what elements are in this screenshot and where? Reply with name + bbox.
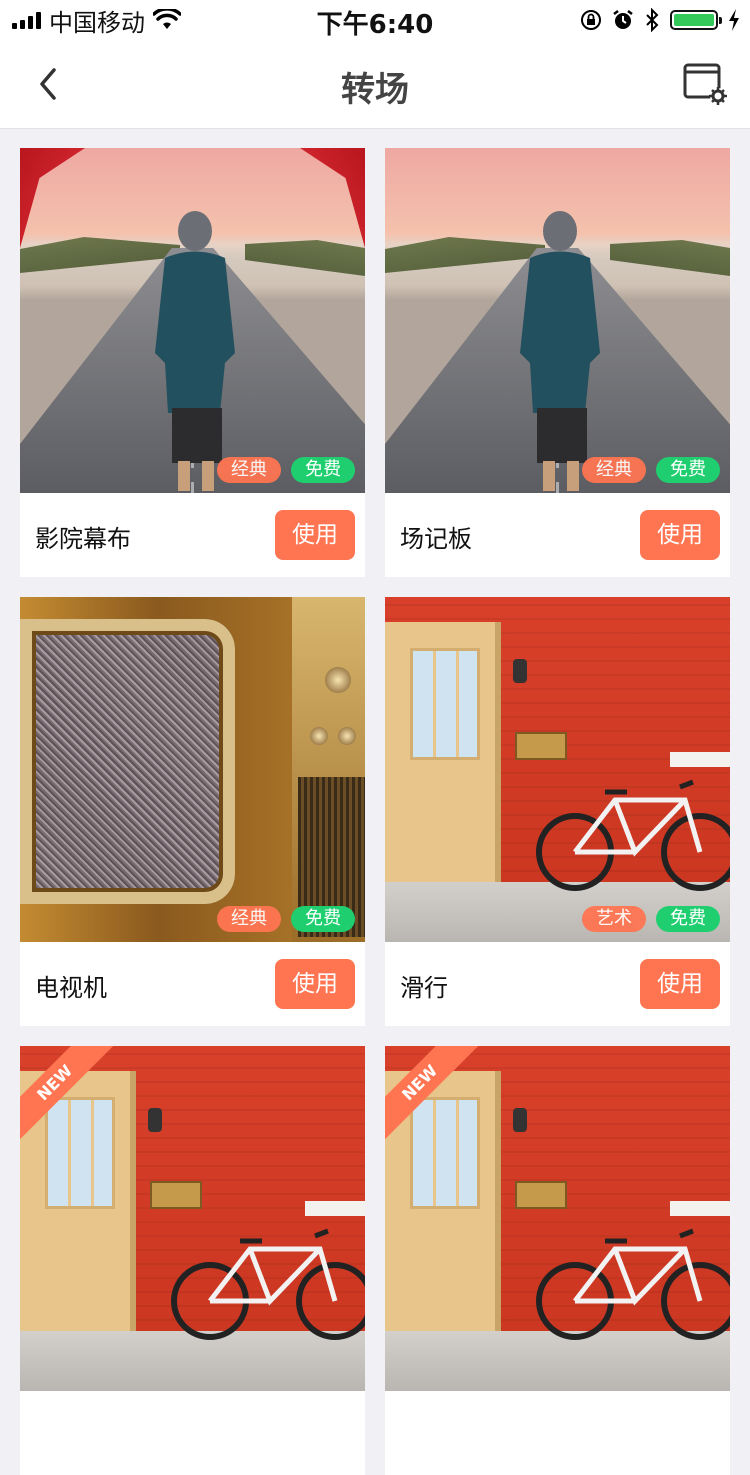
road-scene-image xyxy=(20,148,365,493)
alarm-icon xyxy=(613,10,633,29)
transition-thumbnail[interactable]: 经典 免费 xyxy=(385,148,730,493)
category-tag: 经典 xyxy=(217,457,281,483)
use-button[interactable]: 使用 xyxy=(640,959,720,1009)
transition-thumbnail[interactable]: NEW xyxy=(385,1046,730,1391)
free-tag: 免费 xyxy=(291,906,355,932)
bluetooth-icon xyxy=(646,8,659,32)
bicycle-image xyxy=(536,1228,730,1340)
tag-group: 艺术 免费 xyxy=(582,906,720,932)
curtain-right-image xyxy=(300,148,365,248)
transition-card[interactable]: 艺术 免费 滑行 使用 xyxy=(385,597,730,1026)
transition-thumbnail[interactable]: NEW xyxy=(20,1046,365,1391)
walking-man-image xyxy=(155,211,235,491)
transition-card[interactable]: 经典 免费 电视机 使用 xyxy=(20,597,365,1026)
use-button[interactable]: 使用 xyxy=(275,959,355,1009)
tag-group: 经典 免费 xyxy=(217,906,355,932)
tag-group: 经典 免费 xyxy=(217,457,355,483)
card-info: 滑行 使用 xyxy=(385,942,730,1026)
category-tag: 艺术 xyxy=(582,906,646,932)
free-tag: 免费 xyxy=(656,457,720,483)
transition-card[interactable]: NEW xyxy=(20,1046,365,1475)
curtain-left-image xyxy=(20,148,85,248)
tv-static-screen xyxy=(20,619,235,904)
brick-wall-image xyxy=(385,1046,730,1391)
retro-tv-image xyxy=(20,597,365,942)
transition-name: 滑行 xyxy=(400,974,448,1002)
transition-thumbnail[interactable]: 经典 免费 xyxy=(20,148,365,493)
brick-wall-image xyxy=(385,597,730,942)
use-button[interactable]: 使用 xyxy=(275,510,355,560)
card-info: 影院幕布 使用 xyxy=(20,493,365,577)
card-info: 电视机 使用 xyxy=(20,942,365,1026)
transition-card[interactable]: 经典 免费 影院幕布 使用 xyxy=(20,148,365,577)
transition-name: 影院幕布 xyxy=(35,525,131,553)
bicycle-image xyxy=(536,779,730,891)
category-tag: 经典 xyxy=(217,906,281,932)
transition-thumbnail[interactable]: 艺术 免费 xyxy=(385,597,730,942)
transition-name: 电视机 xyxy=(35,974,107,1002)
free-tag: 免费 xyxy=(656,906,720,932)
road-scene-image xyxy=(385,148,730,493)
brick-wall-image xyxy=(20,1046,365,1391)
bicycle-image xyxy=(171,1228,365,1340)
rotation-lock-icon xyxy=(581,10,601,30)
charging-icon xyxy=(729,9,739,31)
transition-thumbnail[interactable]: 经典 免费 xyxy=(20,597,365,942)
transition-card[interactable]: NEW xyxy=(385,1046,730,1475)
category-tag: 经典 xyxy=(582,457,646,483)
window-settings-icon[interactable] xyxy=(682,62,728,106)
transition-card[interactable]: 经典 免费 场记板 使用 xyxy=(385,148,730,577)
free-tag: 免费 xyxy=(291,457,355,483)
status-right xyxy=(580,7,740,33)
use-button[interactable]: 使用 xyxy=(640,510,720,560)
battery-icon xyxy=(670,10,722,30)
page-title: 转场 xyxy=(341,70,409,110)
card-info: 场记板 使用 xyxy=(385,493,730,577)
nav-bar: 转场 xyxy=(0,40,750,129)
status-bar: 中国移动 下午6:40 xyxy=(0,0,750,40)
transition-name: 场记板 xyxy=(400,525,472,553)
tag-group: 经典 免费 xyxy=(582,457,720,483)
walking-man-image xyxy=(520,211,600,491)
